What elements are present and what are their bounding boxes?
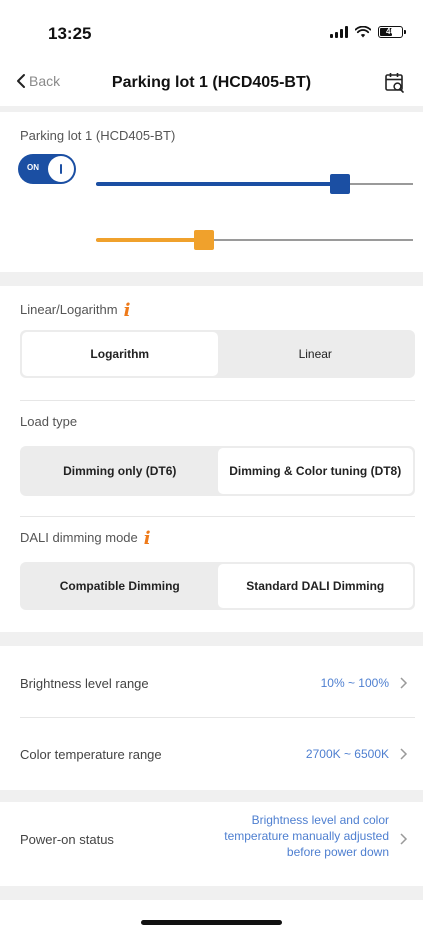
power-on-card: Power-on status Brightness level and col…	[8, 802, 415, 886]
section-gap	[0, 790, 423, 802]
battery-level: 40	[386, 27, 395, 36]
status-bar: 13:25 40	[0, 0, 423, 62]
color-temperature-range-row[interactable]: Color temperature range 2700K ~ 6500K	[8, 718, 415, 790]
status-icons: 40	[330, 26, 406, 38]
info-icon[interactable]: i	[124, 300, 131, 321]
linear-logarithm-text: Linear/Logarithm	[20, 302, 118, 317]
power-on-status-row[interactable]: Power-on status Brightness level and col…	[8, 802, 415, 886]
chevron-right-icon	[400, 833, 408, 845]
color-temperature-range-value: 2700K ~ 6500K	[305, 747, 389, 761]
power-toggle[interactable]: ON	[18, 154, 76, 184]
dali-mode-selector: Compatible Dimming Standard DALI Dimming	[20, 562, 415, 610]
load-type-selector: Dimming only (DT6) Dimming & Color tunin…	[20, 446, 415, 496]
status-time: 13:25	[48, 24, 92, 43]
dimming-settings-card: Linear/Logarithm i Logarithm Linear Load …	[8, 286, 415, 632]
option-linear[interactable]: Linear	[218, 332, 414, 376]
color-temperature-thumb[interactable]	[194, 230, 214, 250]
option-compatible-dimming[interactable]: Compatible Dimming	[22, 564, 218, 608]
device-control-card: Parking lot 1 (HCD405-BT) ON	[8, 112, 415, 272]
power-on-status-value: Brightness level and color temperature m…	[224, 813, 389, 859]
brightness-slider[interactable]	[96, 174, 413, 194]
brightness-range-row[interactable]: Brightness level range 10% ~ 100%	[8, 646, 415, 718]
chevron-right-icon	[400, 677, 408, 689]
linear-logarithm-selector: Logarithm Linear	[20, 330, 415, 378]
toggle-on-label: ON	[27, 163, 39, 172]
option-standard-dali-dimming[interactable]: Standard DALI Dimming	[217, 564, 413, 608]
info-icon[interactable]: i	[144, 528, 151, 549]
calendar-search-icon[interactable]	[383, 71, 407, 95]
battery-icon: 40	[378, 26, 406, 38]
home-indicator	[141, 920, 282, 925]
toggle-knob	[48, 156, 74, 182]
chevron-right-icon	[400, 748, 408, 760]
nav-bar: Back Parking lot 1 (HCD405-BT)	[0, 62, 423, 106]
color-temperature-range-label: Color temperature range	[20, 747, 162, 762]
brightness-fill	[96, 182, 340, 186]
range-settings-card: Brightness level range 10% ~ 100% Color …	[8, 646, 415, 790]
device-name: Parking lot 1 (HCD405-BT)	[20, 128, 176, 143]
section-gap	[0, 272, 423, 286]
dali-mode-text: DALI dimming mode	[20, 530, 138, 545]
section-gap	[0, 632, 423, 646]
power-on-status-label: Power-on status	[20, 832, 114, 847]
page-title: Parking lot 1 (HCD405-BT)	[111, 74, 312, 91]
wifi-icon	[355, 26, 371, 38]
brightness-thumb[interactable]	[330, 174, 350, 194]
option-dimming-color-tuning[interactable]: Dimming & Color tuning (DT8)	[217, 448, 413, 494]
option-logarithm[interactable]: Logarithm	[22, 332, 218, 376]
option-dimming-only[interactable]: Dimming only (DT6)	[22, 448, 218, 494]
linear-logarithm-label: Linear/Logarithm i	[20, 300, 130, 321]
load-type-label: Load type	[20, 414, 78, 429]
brightness-range-value: 10% ~ 100%	[320, 676, 389, 690]
divider	[20, 400, 415, 401]
section-gap	[0, 886, 423, 900]
divider	[20, 516, 415, 517]
signal-icon	[330, 26, 348, 38]
dali-mode-label: DALI dimming mode i	[20, 528, 151, 549]
brightness-range-label: Brightness level range	[20, 676, 149, 691]
color-temperature-fill	[96, 238, 204, 242]
color-temperature-slider[interactable]	[96, 230, 413, 250]
